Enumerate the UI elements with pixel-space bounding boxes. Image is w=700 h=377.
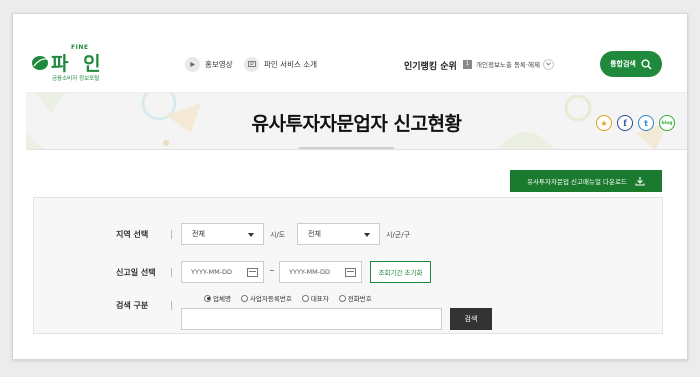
district-select[interactable]: 전체 [297,223,380,245]
city-select-value: 전체 [192,230,205,238]
download-icon [635,177,645,186]
favorite-star-icon[interactable]: ★ [596,115,612,131]
radio-button[interactable] [240,294,248,302]
manual-download-button[interactable]: 유사투자자문업 신고매뉴얼 다운로드 [510,170,662,192]
radio-button[interactable] [301,294,309,302]
calendar-icon[interactable] [345,268,356,277]
search-type-label: 검색 구분 [116,301,149,310]
popular-ranking-item[interactable]: 1 개인정보노출 등록·해제 [463,57,554,71]
rank-item-label: 개인정보노출 등록·해제 [476,61,540,69]
facebook-share-icon[interactable]: f [617,115,633,131]
radio-label: 사업자등록번호 [249,295,292,303]
search-submit-button[interactable]: 검색 [450,308,492,330]
title-banner: 유사투자자문업자 신고현황 ★ f t blog [26,92,687,150]
date-separator [171,268,172,277]
chevron-down-icon[interactable] [542,58,554,70]
radio-business-number[interactable]: 사업자등록번호 [240,293,292,303]
search-type-radio-group: 업체명 사업자등록번호 대표자 전화번호 [204,293,372,303]
page-title: 유사투자자문업자 신고현황 [251,112,462,135]
search-form-panel: 지역 선택 전체 시/도 전체 시/군/구 신고일 선택 YYYY-MM-DD … [33,197,663,334]
radio-representative[interactable]: 대표자 [301,293,329,303]
city-unit: 시/도 [270,231,286,239]
date-range-tilde: ~ [269,267,275,275]
end-date-placeholder: YYYY-MM-DD [289,268,331,276]
caret-down-icon [248,233,254,237]
district-unit: 시/군/구 [386,231,411,239]
calendar-icon[interactable] [247,268,258,277]
integrated-search-button[interactable]: 통합검색 [600,51,662,77]
radio-button-checked[interactable] [204,294,211,302]
region-label: 지역 선택 [116,230,149,239]
logo-subtitle: 금융소비자 정보포털 [52,76,100,82]
search-icon [641,58,652,70]
radio-label: 대표자 [310,295,329,303]
start-date-placeholder: YYYY-MM-DD [191,268,233,276]
page-frame: FINE 파 인 금융소비자 정보포털 홍보영상 파인 서비스 소개 인기랭킹 … [12,13,688,360]
radio-phone-number[interactable]: 전화번호 [338,293,372,303]
search-button-label: 통합검색 [610,60,636,68]
district-select-value: 전체 [308,230,321,238]
blog-share-icon[interactable]: blog [659,115,675,131]
site-header: FINE 파 인 금융소비자 정보포털 홍보영상 파인 서비스 소개 인기랭킹 … [13,14,687,92]
caret-down-icon [364,233,370,237]
nav-service-intro[interactable]: 파인 서비스 소개 [244,56,317,72]
nav-service-label: 파인 서비스 소개 [264,59,318,69]
twitter-share-icon[interactable]: t [638,115,654,131]
date-label: 신고일 선택 [116,268,156,277]
play-icon [185,56,200,72]
nav-promo-video[interactable]: 홍보영상 [185,56,233,72]
city-select[interactable]: 전체 [181,223,264,245]
download-button-label: 유사투자자문업 신고매뉴얼 다운로드 [527,178,627,186]
reset-period-button[interactable]: 조회기간 초기화 [370,261,431,283]
rank-number-badge: 1 [463,59,472,69]
site-logo[interactable]: FINE 파 인 금융소비자 정보포털 [31,44,111,84]
start-date-input[interactable]: YYYY-MM-DD [181,261,264,283]
logo-main-text: 파 인 [51,53,105,75]
search-type-separator [171,301,172,310]
monitor-icon [244,56,259,72]
popular-ranking-title: 인기랭킹 순위 [404,62,457,72]
title-underline [299,147,394,149]
end-date-input[interactable]: YYYY-MM-DD [279,261,362,283]
radio-company-name[interactable]: 업체명 [204,293,231,303]
radio-button[interactable] [338,294,346,302]
nav-promo-label: 홍보영상 [205,59,233,69]
region-separator [171,230,172,239]
radio-label: 전화번호 [347,295,372,303]
search-keyword-input[interactable] [181,308,442,330]
radio-label: 업체명 [213,295,231,303]
logo-leaf-icon [32,56,48,70]
